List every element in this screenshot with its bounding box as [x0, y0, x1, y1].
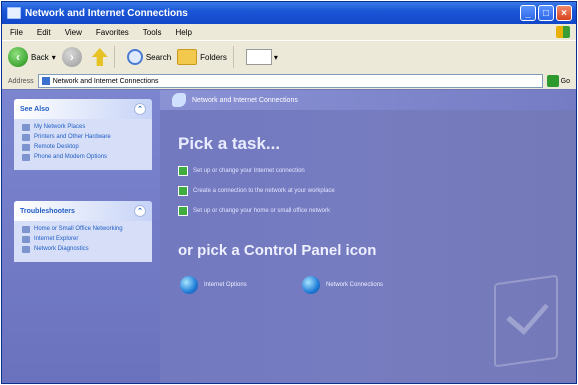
window-icon	[7, 7, 21, 19]
menu-view[interactable]: View	[65, 28, 82, 37]
see-also-link[interactable]: My Network Places	[22, 124, 146, 131]
go-arrow-icon	[546, 75, 559, 87]
help-icon	[22, 226, 30, 233]
address-input[interactable]: Network and Internet Connections	[37, 74, 543, 88]
pick-task-heading: Pick a task...	[178, 134, 281, 153]
back-label: Back	[31, 52, 49, 62]
menu-edit[interactable]: Edit	[37, 28, 51, 37]
toolbar-separator	[113, 46, 115, 68]
back-button[interactable]: ‹ Back ▾	[8, 47, 56, 67]
main-pane: Network and Internet Connections Pick a …	[160, 90, 576, 383]
menu-file[interactable]: File	[10, 28, 23, 37]
task-arrow-icon	[178, 186, 188, 196]
toolbar: ‹ Back ▾ › Search Folders ▾	[2, 40, 576, 74]
task-link[interactable]: Set up or change your Internet connectio…	[178, 166, 305, 176]
printer-icon	[22, 134, 30, 141]
title-bar[interactable]: Network and Internet Connections _ □ ×	[2, 2, 576, 24]
window-title: Network and Internet Connections	[25, 7, 188, 19]
see-also-panel: See Also ⌃ My Network Places Printers an…	[14, 99, 152, 170]
task-arrow-icon	[178, 206, 188, 216]
internet-options-icon	[180, 276, 198, 294]
watermark-checkmark-icon	[494, 274, 558, 368]
go-label: Go	[560, 77, 570, 85]
control-panel-icon-network-connections[interactable]: Network Connections	[302, 276, 383, 294]
folders-icon	[177, 49, 198, 65]
see-also-title: See Also	[20, 105, 50, 113]
go-button[interactable]: Go	[546, 75, 570, 87]
search-button[interactable]: Search	[126, 49, 172, 65]
forward-arrow-icon: ›	[61, 47, 82, 67]
help-icon	[22, 236, 30, 243]
see-also-link[interactable]: Phone and Modem Options	[22, 154, 146, 161]
minimize-button[interactable]: _	[520, 5, 536, 21]
windows-logo-icon	[556, 26, 570, 38]
see-also-link[interactable]: Printers and Other Hardware	[22, 134, 146, 141]
maximize-button[interactable]: □	[538, 5, 554, 21]
explorer-window: Network and Internet Connections _ □ × F…	[1, 1, 577, 384]
troubleshooter-link[interactable]: Network Diagnostics	[22, 246, 146, 253]
menu-tools[interactable]: Tools	[143, 28, 162, 37]
menu-help[interactable]: Help	[175, 28, 191, 37]
folders-label: Folders	[200, 52, 227, 62]
collapse-icon[interactable]: ⌃	[134, 103, 146, 115]
network-connections-icon	[302, 276, 320, 294]
address-label: Address	[8, 77, 34, 85]
control-panel-icon	[41, 77, 50, 85]
network-icon	[172, 93, 186, 107]
remote-desktop-icon	[22, 144, 30, 151]
see-also-header[interactable]: See Also ⌃	[14, 99, 152, 119]
address-bar: Address Network and Internet Connections…	[2, 73, 576, 89]
close-button[interactable]: ×	[556, 5, 572, 21]
toolbar-separator	[232, 46, 234, 68]
menu-bar: File Edit View Favorites Tools Help	[2, 24, 576, 40]
views-dropdown-icon: ▾	[273, 52, 278, 62]
troubleshooters-header[interactable]: Troubleshooters ⌃	[14, 201, 152, 221]
troubleshooter-link[interactable]: Internet Explorer	[22, 236, 146, 243]
back-dropdown-icon[interactable]: ▾	[52, 53, 56, 62]
collapse-icon[interactable]: ⌃	[134, 205, 146, 217]
network-places-icon	[22, 124, 30, 131]
category-header: Network and Internet Connections	[160, 90, 576, 110]
views-icon	[245, 49, 272, 65]
folders-button[interactable]: Folders	[177, 49, 227, 65]
phone-icon	[22, 154, 30, 161]
task-arrow-icon	[178, 166, 188, 176]
help-icon	[22, 246, 30, 253]
address-value: Network and Internet Connections	[52, 77, 159, 85]
task-link[interactable]: Create a connection to the network at yo…	[178, 186, 335, 196]
control-panel-icon-internet-options[interactable]: Internet Options	[180, 276, 247, 294]
pick-icon-heading: or pick a Control Panel icon	[178, 242, 377, 259]
forward-button[interactable]: ›	[61, 47, 82, 67]
task-pane: See Also ⌃ My Network Places Printers an…	[2, 90, 160, 383]
up-folder-icon[interactable]	[91, 48, 108, 66]
see-also-link[interactable]: Remote Desktop	[22, 144, 146, 151]
views-button[interactable]: ▾	[245, 49, 278, 65]
troubleshooters-title: Troubleshooters	[20, 207, 75, 215]
content-area: See Also ⌃ My Network Places Printers an…	[2, 90, 576, 383]
category-title: Network and Internet Connections	[192, 96, 298, 104]
search-label: Search	[145, 52, 172, 62]
troubleshooter-link[interactable]: Home or Small Office Networking	[22, 226, 146, 233]
troubleshooters-panel: Troubleshooters ⌃ Home or Small Office N…	[14, 201, 152, 262]
back-arrow-icon: ‹	[8, 47, 28, 67]
menu-favorites[interactable]: Favorites	[96, 28, 129, 37]
task-link[interactable]: Set up or change your home or small offi…	[178, 206, 330, 216]
search-icon	[126, 49, 143, 65]
